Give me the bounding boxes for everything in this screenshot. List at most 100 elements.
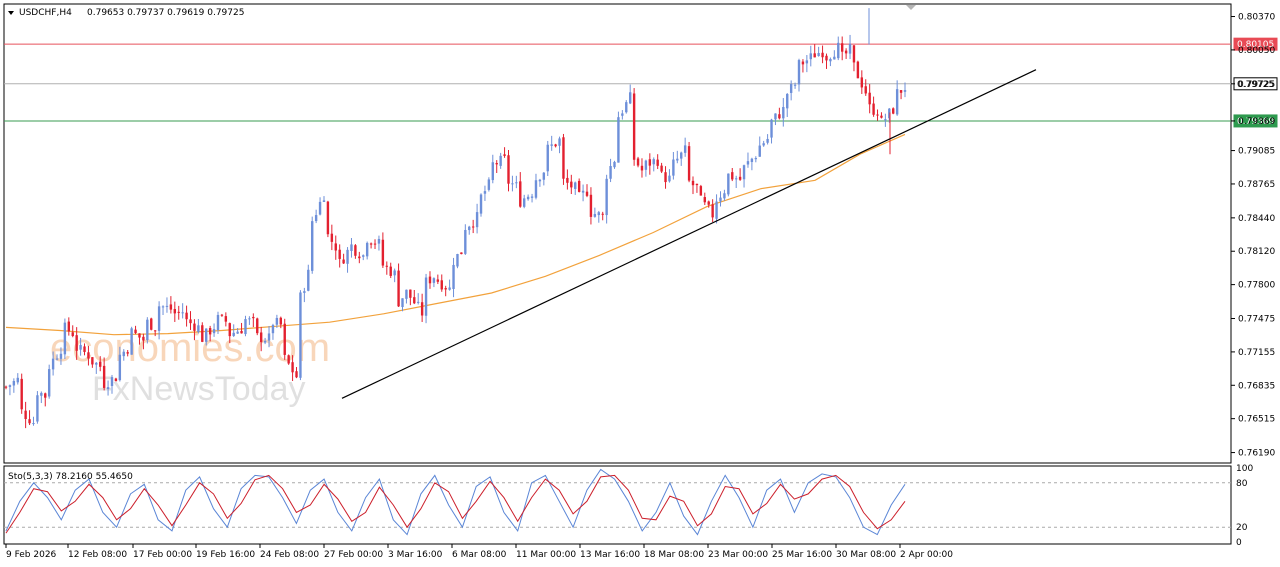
candle-down: [503, 154, 506, 156]
candle-down: [562, 137, 565, 179]
y-tick-label: 0.79725: [1238, 80, 1275, 90]
candle-up: [303, 291, 306, 293]
candle-down: [208, 328, 212, 335]
candle-up: [197, 325, 200, 332]
candle-up: [16, 377, 19, 383]
candle-down: [342, 259, 345, 264]
candle-up: [542, 172, 546, 180]
candle-up: [546, 144, 549, 172]
candle-down: [738, 176, 742, 180]
candle-up: [157, 306, 161, 331]
x-tick-label: 12 Feb 08:00: [68, 550, 127, 560]
candle-down: [177, 311, 180, 313]
candle-up: [538, 179, 542, 182]
candle-up: [95, 362, 98, 365]
sto-tick-label: 100: [1236, 464, 1253, 474]
candle-up: [746, 161, 750, 165]
y-tick-label: 0.76515: [1238, 415, 1275, 425]
candle-down: [821, 52, 824, 58]
candle-up: [181, 312, 184, 314]
x-tick-label: 18 Mar 08:00: [644, 550, 704, 560]
candle-up: [750, 158, 754, 163]
candle-up: [491, 162, 494, 181]
candle-down: [358, 256, 361, 259]
candle-up: [59, 353, 63, 359]
candle-up: [668, 175, 671, 182]
candle-down: [892, 108, 895, 114]
candle-down: [570, 181, 573, 188]
candle-down: [601, 213, 604, 215]
candle-up: [51, 358, 55, 370]
candle-down: [87, 352, 90, 359]
candle-up: [216, 314, 220, 331]
x-tick-label: 17 Feb 00:00: [133, 550, 192, 560]
candle-up: [55, 358, 59, 360]
candle-down: [648, 159, 652, 166]
candle-down: [287, 355, 290, 364]
candle-up: [680, 152, 683, 159]
y-tick-label: 0.76190: [1238, 449, 1275, 459]
candle-up: [817, 53, 820, 57]
candle-down: [428, 276, 432, 284]
candle-down: [381, 239, 385, 266]
candle-down: [185, 312, 188, 320]
candle-up: [605, 178, 608, 216]
candle-up: [754, 158, 758, 160]
candle-down: [114, 378, 118, 382]
candle-up: [762, 143, 765, 146]
candle-down: [189, 319, 192, 324]
candle-up: [483, 191, 487, 194]
candle-up: [903, 90, 907, 92]
candle-down: [864, 86, 867, 94]
candle-up: [672, 159, 675, 176]
candle-down: [636, 158, 640, 166]
candle-up: [487, 179, 491, 190]
candle-up: [782, 106, 785, 119]
candle-down: [691, 180, 695, 186]
candle-down: [134, 329, 137, 334]
candle-up: [468, 226, 471, 231]
candle-down: [471, 226, 475, 228]
candle-up: [805, 60, 809, 64]
candle-up: [377, 238, 381, 244]
candle-down: [256, 318, 259, 334]
candle-up: [676, 158, 679, 161]
candle-up: [346, 249, 349, 264]
candle-down: [326, 201, 330, 235]
candle-up: [36, 395, 39, 422]
candle-up: [534, 180, 538, 198]
candle-down: [872, 103, 875, 115]
candle-down: [397, 270, 400, 307]
candle-down: [880, 115, 883, 118]
candle-up: [530, 196, 534, 198]
candle-up: [79, 344, 82, 350]
y-tick-label: 0.78120: [1238, 247, 1275, 257]
candle-down: [295, 371, 298, 378]
candle-up: [401, 298, 404, 308]
candle-up: [621, 113, 624, 116]
candle-down: [876, 114, 879, 116]
candle-up: [786, 93, 789, 109]
candle-up: [797, 60, 801, 85]
candle-down: [707, 201, 710, 205]
candle-down: [252, 316, 255, 319]
candle-down: [420, 302, 424, 316]
candle-up: [574, 182, 577, 189]
candle-down: [554, 144, 557, 147]
candle-up: [766, 138, 769, 143]
candle-up: [146, 319, 149, 341]
candle-down: [291, 362, 294, 373]
candle-down: [169, 304, 173, 310]
candle-up: [32, 423, 35, 425]
candle-up: [793, 84, 797, 86]
y-tick-label: 0.76835: [1238, 381, 1275, 391]
candle-down: [840, 43, 844, 52]
candle-up: [526, 196, 530, 200]
candle-down: [44, 393, 47, 398]
candle-up: [652, 159, 655, 165]
candle-down: [801, 61, 805, 65]
candle-up: [8, 385, 12, 387]
stochastic-panel: [3, 465, 1232, 545]
candle-up: [774, 113, 777, 120]
candle-up: [307, 269, 310, 291]
